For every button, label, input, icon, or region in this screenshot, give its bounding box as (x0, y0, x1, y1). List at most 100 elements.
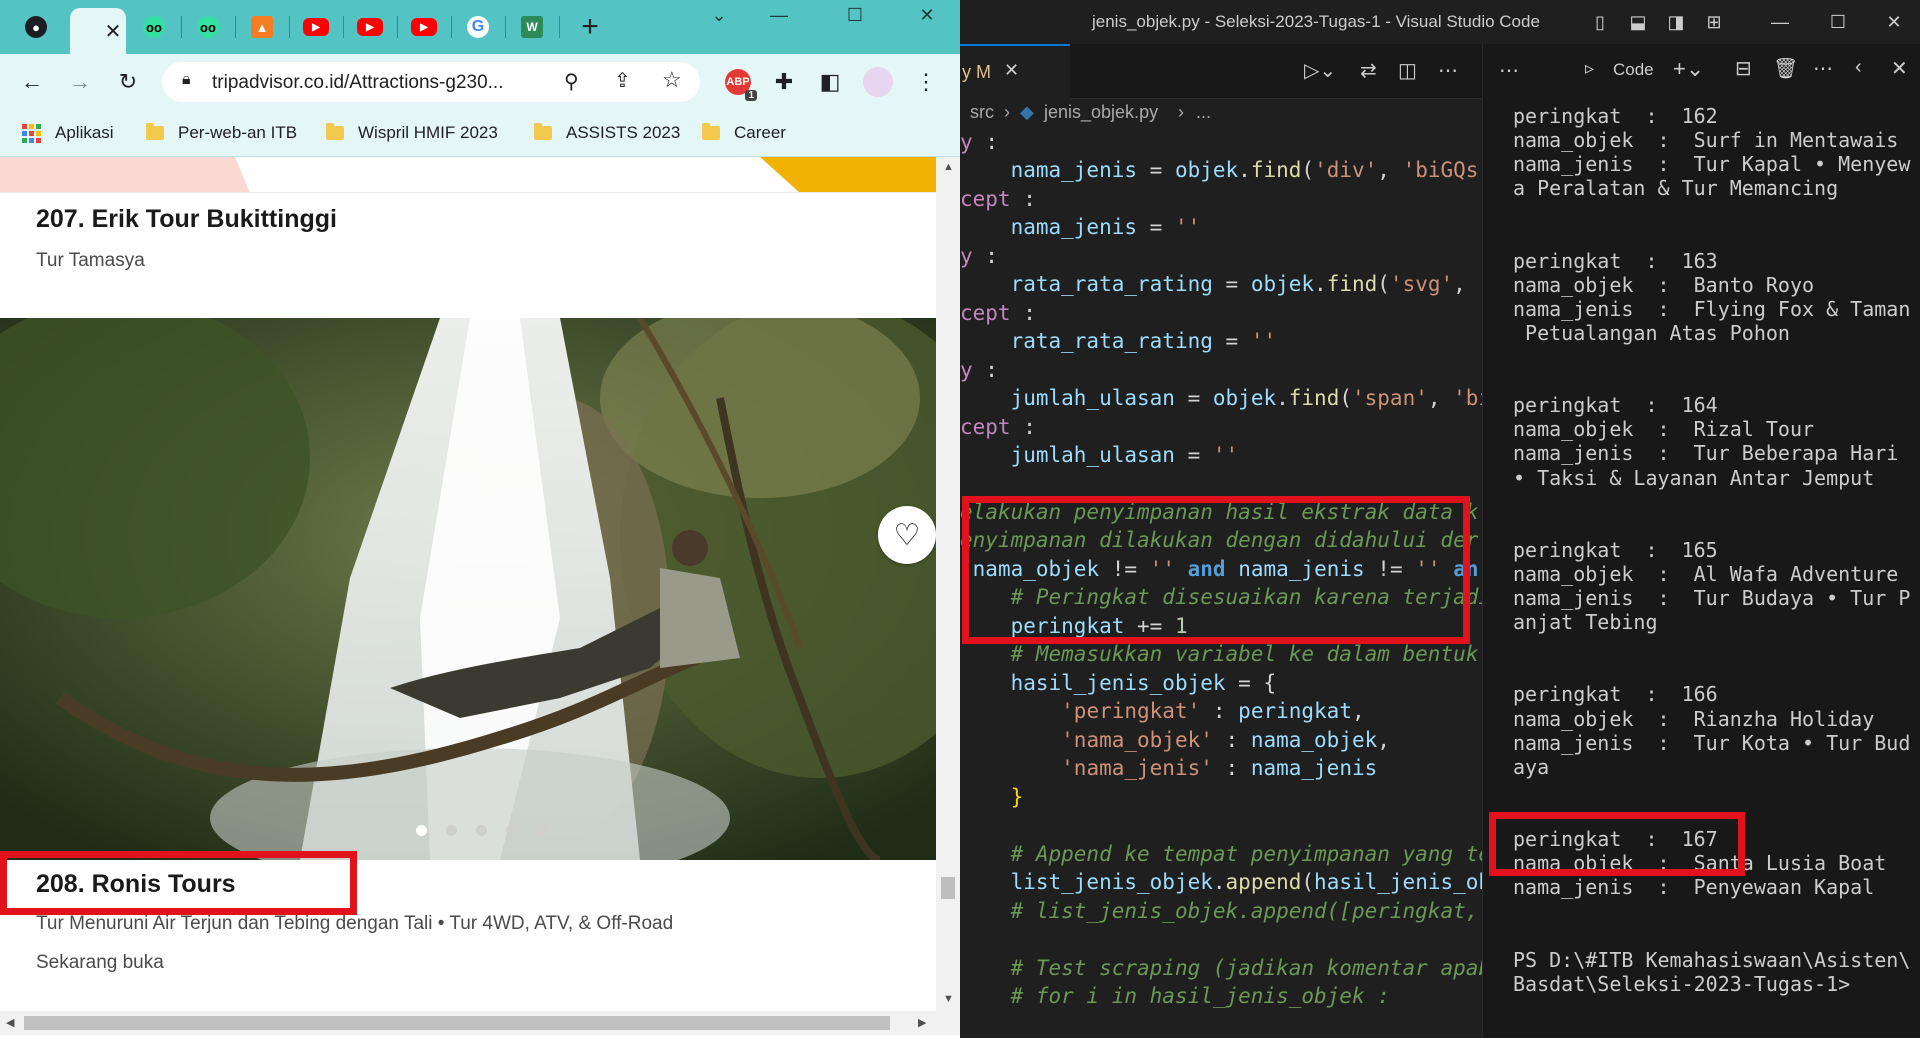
bookmark-apps[interactable]: Aplikasi (22, 120, 114, 146)
open-changes-icon[interactable]: ⇄ (1360, 58, 1377, 83)
editor-tab-active[interactable]: y M ✕ (960, 44, 1070, 100)
more-icon[interactable]: ⋯ (1499, 58, 1519, 83)
maximize-icon[interactable]: ☐ (832, 0, 878, 30)
terminal-line: Basdat\Seleksi-2023-Tugas-1> (1513, 971, 1851, 996)
window-title: jenis_objek.py - Seleksi-2023-Tugas-1 - … (1092, 12, 1540, 31)
carousel-dot[interactable] (446, 825, 457, 836)
browser-menu-icon[interactable]: ⋮ (908, 64, 944, 100)
terminal-line: • Taksi & Layanan Antar Jemput (1513, 465, 1875, 490)
tab-search-icon[interactable]: ⌄ (696, 0, 742, 30)
code-area[interactable]: y : nama_jenis = objek.find('div', 'biGQ… (960, 130, 1482, 1038)
profile-avatar[interactable] (860, 64, 896, 100)
carousel-dot[interactable] (416, 825, 427, 836)
trash-icon[interactable]: 🗑︎ (1773, 56, 1798, 81)
chevron-left-icon[interactable]: ‹ (1855, 56, 1862, 79)
terminal-line: nama_objek : Banto Royo (1513, 272, 1815, 297)
horizontal-scrollbar[interactable]: ◀ ▶ (0, 1011, 960, 1035)
editor-tab-bar: y M ✕ ▷⌄ ⇄ ◫ ⋯ (960, 44, 1482, 100)
tab-google[interactable]: G (456, 9, 500, 45)
vertical-scrollbar[interactable]: ▲ ▼ (936, 157, 960, 1011)
forward-icon[interactable]: → (62, 64, 98, 100)
listing-photo-carousel[interactable]: ♡ (0, 318, 936, 860)
customize-layout-icon[interactable]: ⊞ (1702, 10, 1726, 34)
close-panel-icon[interactable]: ✕ (1891, 56, 1908, 81)
terminal-line: nama_jenis : Penyewaan Kapal (1513, 875, 1875, 900)
tab-w3[interactable]: W (510, 9, 554, 45)
vscode-titlebar: jenis_objek.py - Seleksi-2023-Tugas-1 - … (960, 0, 1920, 44)
bookmark-folder-per-web-an[interactable]: Per-web-an ITB (146, 120, 297, 146)
url-text[interactable]: tripadvisor.co.id/Attractions-g230... (212, 72, 503, 94)
breadcrumb-folder[interactable]: src (970, 102, 994, 123)
terminal-line: nama_objek : Rianzha Holiday (1513, 706, 1875, 731)
tripadvisor-icon: oo (143, 16, 165, 38)
new-terminal-icon[interactable]: +⌄ (1673, 56, 1704, 82)
reload-icon[interactable]: ↻ (110, 64, 146, 100)
split-terminal-icon[interactable]: ⊟ (1735, 56, 1752, 81)
close-window-icon[interactable]: ✕ (1882, 10, 1906, 34)
share-icon[interactable]: ⇪ (614, 68, 631, 93)
tab-drafts[interactable]: ▲ (240, 9, 284, 45)
carousel-dot[interactable] (476, 825, 487, 836)
scrollbar-thumb[interactable] (24, 1016, 890, 1030)
close-tab-icon[interactable]: ✕ (105, 19, 122, 44)
listing-category-208: Tur Menuruni Air Terjun dan Tebing denga… (36, 913, 674, 934)
code-editor: y M ✕ ▷⌄ ⇄ ◫ ⋯ src › ◆ jenis_objek.py › … (960, 44, 1482, 1038)
breadcrumb-file[interactable]: jenis_objek.py (1044, 102, 1158, 123)
location-icon[interactable]: ⚲ (564, 69, 579, 94)
tab-youtube-1[interactable]: ▶ (294, 9, 338, 45)
close-window-icon[interactable]: ✕ (904, 0, 950, 30)
more-actions-icon[interactable]: ⋯ (1438, 58, 1458, 83)
tab-tripadvisor-2[interactable]: oo (132, 9, 176, 45)
new-tab-button[interactable]: + (570, 9, 610, 45)
tab-youtube-2[interactable]: ▶ (348, 9, 392, 45)
bookmark-folder-career[interactable]: Career (702, 120, 786, 146)
listing-title-207[interactable]: 207. Erik Tour Bukittinggi (36, 205, 337, 234)
terminal-line: peringkat : 162 (1513, 104, 1718, 128)
tab-tripadvisor-3[interactable]: oo (186, 9, 230, 45)
scrollbar-thumb[interactable] (941, 877, 955, 899)
youtube-icon: ▶ (357, 18, 383, 36)
highlight-annotation (0, 851, 357, 915)
carousel-dot[interactable] (506, 825, 517, 836)
terminal-panel: ⋯ ▹ Code +⌄ ⊟ 🗑︎ ⋯ ‹ ✕ peringkat : 162 na… (1482, 44, 1920, 1038)
minimize-icon[interactable]: — (756, 0, 802, 30)
minimize-icon[interactable]: — (1768, 10, 1792, 34)
toggle-secondary-sidebar-icon[interactable]: ◨ (1664, 10, 1688, 34)
carousel-dot[interactable] (536, 825, 547, 836)
side-panel-icon[interactable]: ◧ (812, 64, 848, 100)
scroll-left-icon[interactable]: ◀ (6, 1016, 14, 1029)
bookmark-folder-wispril[interactable]: Wispril HMIF 2023 (326, 120, 498, 146)
scroll-down-icon[interactable]: ▼ (943, 993, 954, 1005)
close-tab-icon[interactable]: ✕ (1004, 60, 1019, 81)
youtube-icon: ▶ (303, 18, 329, 36)
apps-grid-icon (22, 123, 41, 143)
more-actions-icon[interactable]: ⋯ (1813, 56, 1833, 81)
back-icon[interactable]: ← (14, 64, 50, 100)
bookmark-star-icon[interactable]: ☆ (662, 67, 682, 93)
terminal-selector[interactable]: Code (1613, 60, 1654, 80)
maximize-icon[interactable]: ☐ (1826, 10, 1850, 34)
terminal-line: peringkat : 165 (1513, 537, 1718, 562)
save-to-favorites-heart-icon[interactable]: ♡ (878, 506, 936, 564)
run-python-icon[interactable]: ▷⌄ (1304, 58, 1336, 83)
tab-strip: ● ✕ oo oo ▲ ▶ ▶ ▶ G W + ⌄ — ☐ ✕ (0, 0, 960, 54)
scroll-up-icon[interactable]: ▲ (943, 161, 954, 173)
terminal-output[interactable]: peringkat : 162 nama_objek : Surf in Ment… (1483, 104, 1920, 1034)
tab-github[interactable]: ● (14, 9, 58, 45)
highlight-annotation (962, 496, 1470, 644)
toggle-sidebar-icon[interactable]: ▯ (1588, 10, 1612, 34)
extensions-puzzle-icon[interactable]: ✚ (766, 64, 802, 100)
bookmark-folder-assists[interactable]: ASSISTS 2023 (534, 120, 680, 146)
breadcrumb-more[interactable]: ... (1196, 102, 1211, 123)
split-editor-icon[interactable]: ◫ (1398, 58, 1417, 83)
scroll-right-icon[interactable]: ▶ (918, 1016, 926, 1029)
tab-youtube-3[interactable]: ▶ (402, 9, 446, 45)
address-bar[interactable]: 🔒︎ tripadvisor.co.id/Attractions-g230...… (162, 62, 700, 102)
terminal-line: nama_jenis : Tur Kapal • Menyew (1513, 152, 1911, 177)
tab-tripadvisor-active[interactable]: ✕ (70, 8, 126, 54)
youtube-icon: ▶ (411, 18, 437, 36)
toggle-panel-icon[interactable]: ⬓ (1626, 10, 1650, 34)
adblock-extension-icon[interactable]: ABP 1 (720, 64, 757, 101)
terminal-line: Petualangan Atas Pohon (1513, 320, 1790, 345)
terminal-line: a Peralatan & Tur Memancing (1513, 176, 1839, 201)
